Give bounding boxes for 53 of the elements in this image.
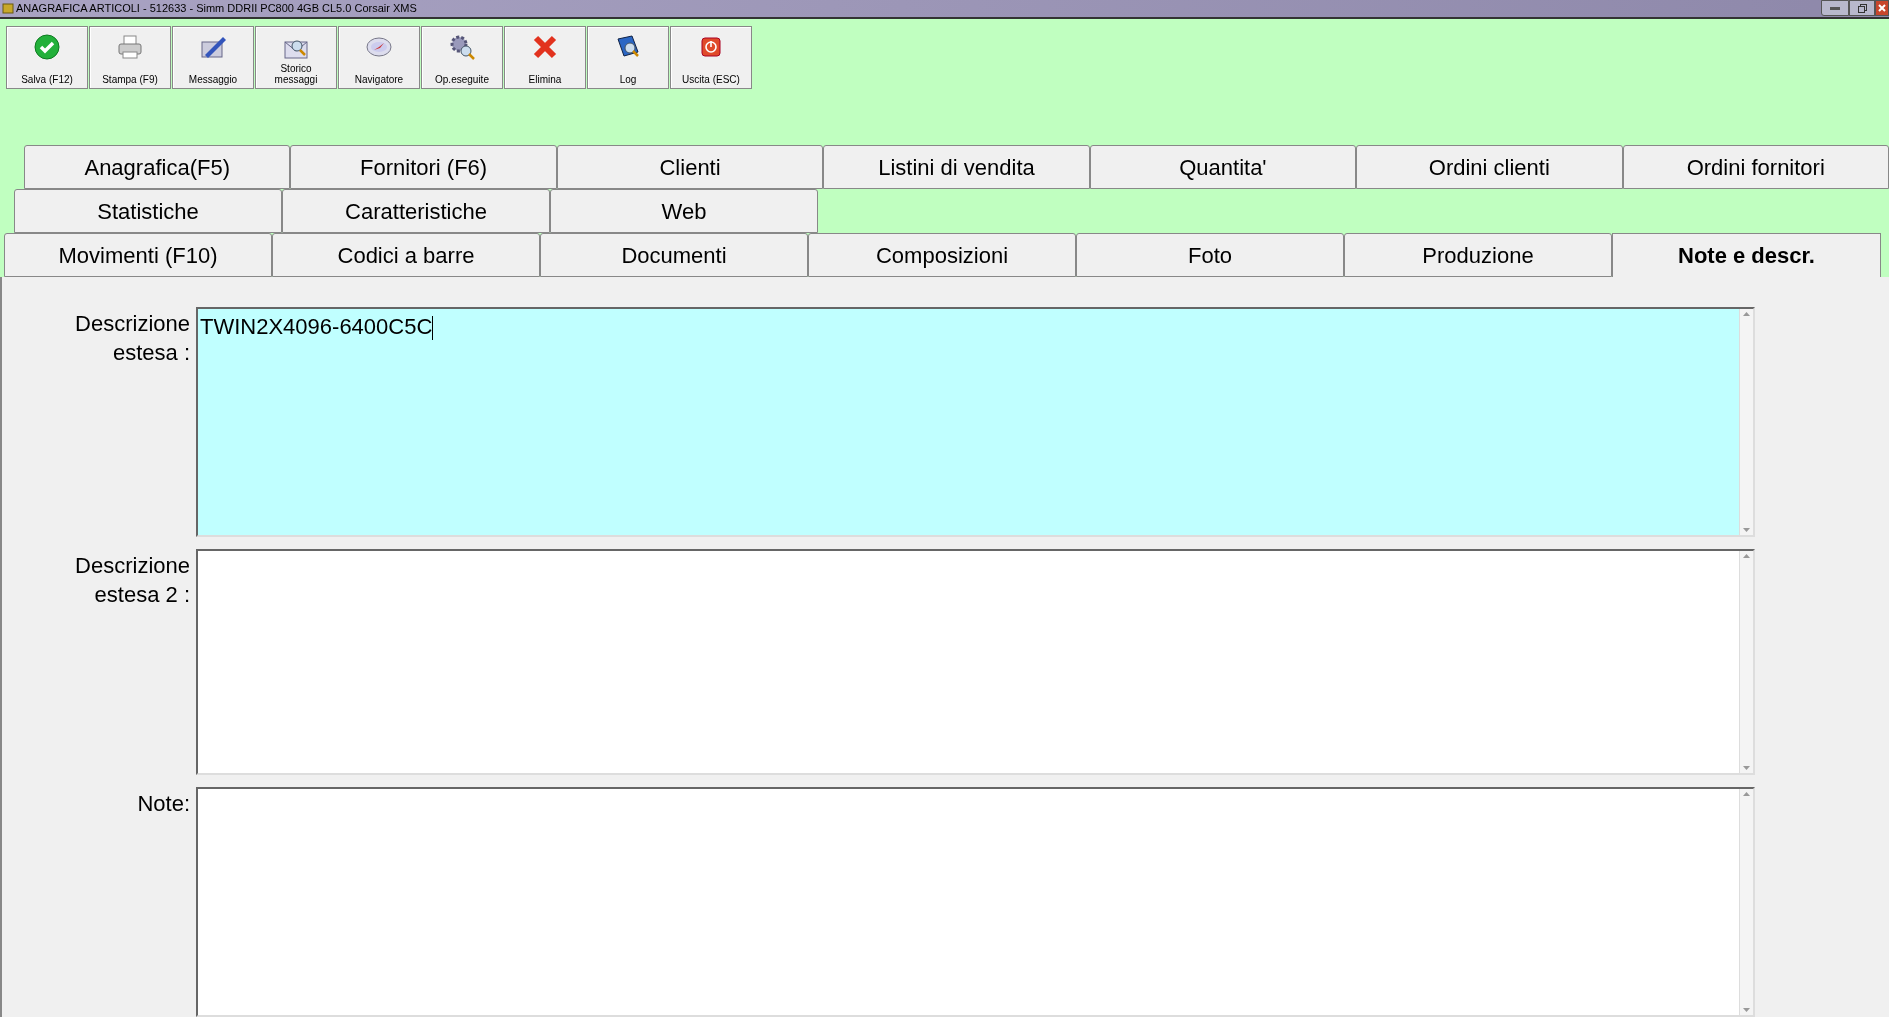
field-label: Descrizione estesa 2 : [74, 552, 191, 609]
tab[interactable]: Anagrafica(F5) [24, 145, 291, 189]
tab[interactable]: Composizioni [808, 233, 1076, 277]
scrollbar[interactable] [1739, 551, 1753, 773]
tab[interactable]: Codici a barre [272, 233, 540, 277]
toolbar-button[interactable]: Log [587, 25, 669, 89]
tab[interactable]: Ordini fornitori [1622, 145, 1889, 189]
tab[interactable]: Clienti [556, 145, 824, 189]
toolbar-button[interactable]: Salva (F12) [6, 25, 88, 89]
tab[interactable]: Caratteristiche [282, 189, 550, 233]
tab[interactable]: Ordini clienti [1356, 145, 1623, 189]
tab[interactable]: Documenti [540, 233, 808, 277]
tab[interactable]: Web [550, 189, 818, 233]
field-value: TWIN2X4096-6400C5C [200, 314, 433, 339]
toolbar-button[interactable]: Navigatore [338, 25, 420, 89]
toolbar-button[interactable]: Elimina [504, 25, 586, 89]
tab[interactable]: Note e descr. [1612, 233, 1881, 277]
tab[interactable]: Quantita' [1089, 145, 1357, 189]
restore-icon [1857, 3, 1867, 13]
close-icon [1878, 4, 1886, 12]
scroll-up-icon [1743, 792, 1750, 796]
field-label: Note: [136, 790, 191, 818]
minimize-icon [1830, 6, 1840, 10]
scroll-down-icon [1743, 528, 1750, 532]
app-icon [2, 2, 14, 15]
toolbar-button[interactable]: Stampa (F9) [89, 25, 171, 89]
tab[interactable]: Movimenti (F10) [4, 233, 272, 277]
restore-button[interactable] [1849, 0, 1875, 16]
tab[interactable]: Foto [1076, 233, 1344, 277]
scrollbar[interactable] [1739, 309, 1753, 535]
close-button[interactable] [1875, 0, 1889, 16]
tab[interactable]: Statistiche [14, 189, 282, 233]
tab[interactable]: Listini di vendita [823, 145, 1090, 189]
toolbar-button[interactable]: Op.eseguite [421, 25, 503, 89]
scroll-down-icon [1743, 766, 1750, 770]
toolbar-button[interactable]: Messaggio [172, 25, 254, 89]
tab[interactable]: Fornitori (F6) [290, 145, 557, 189]
scroll-down-icon [1743, 1008, 1750, 1012]
tab[interactable]: Produzione [1344, 233, 1612, 277]
text-area[interactable]: TWIN2X4096-6400C5C [196, 307, 1755, 537]
text-cursor [432, 316, 434, 341]
text-area[interactable] [196, 549, 1755, 775]
toolbar-button[interactable]: Uscita (ESC) [670, 25, 752, 89]
minimize-button[interactable] [1821, 0, 1849, 16]
scroll-up-icon [1743, 554, 1750, 558]
field-label: Descrizione estesa : [74, 310, 191, 367]
check-icon [33, 32, 61, 61]
toolbar-button[interactable]: Storico messaggi [255, 25, 337, 89]
printer-icon [116, 32, 144, 61]
window-title: ANAGRAFICA ARTICOLI - 512633 - Simm DDRII PC800 4GB CL5.0 Corsair XMS [16, 1, 417, 16]
scroll-up-icon [1743, 312, 1750, 316]
text-area[interactable] [196, 787, 1755, 1017]
scrollbar[interactable] [1739, 789, 1753, 1015]
